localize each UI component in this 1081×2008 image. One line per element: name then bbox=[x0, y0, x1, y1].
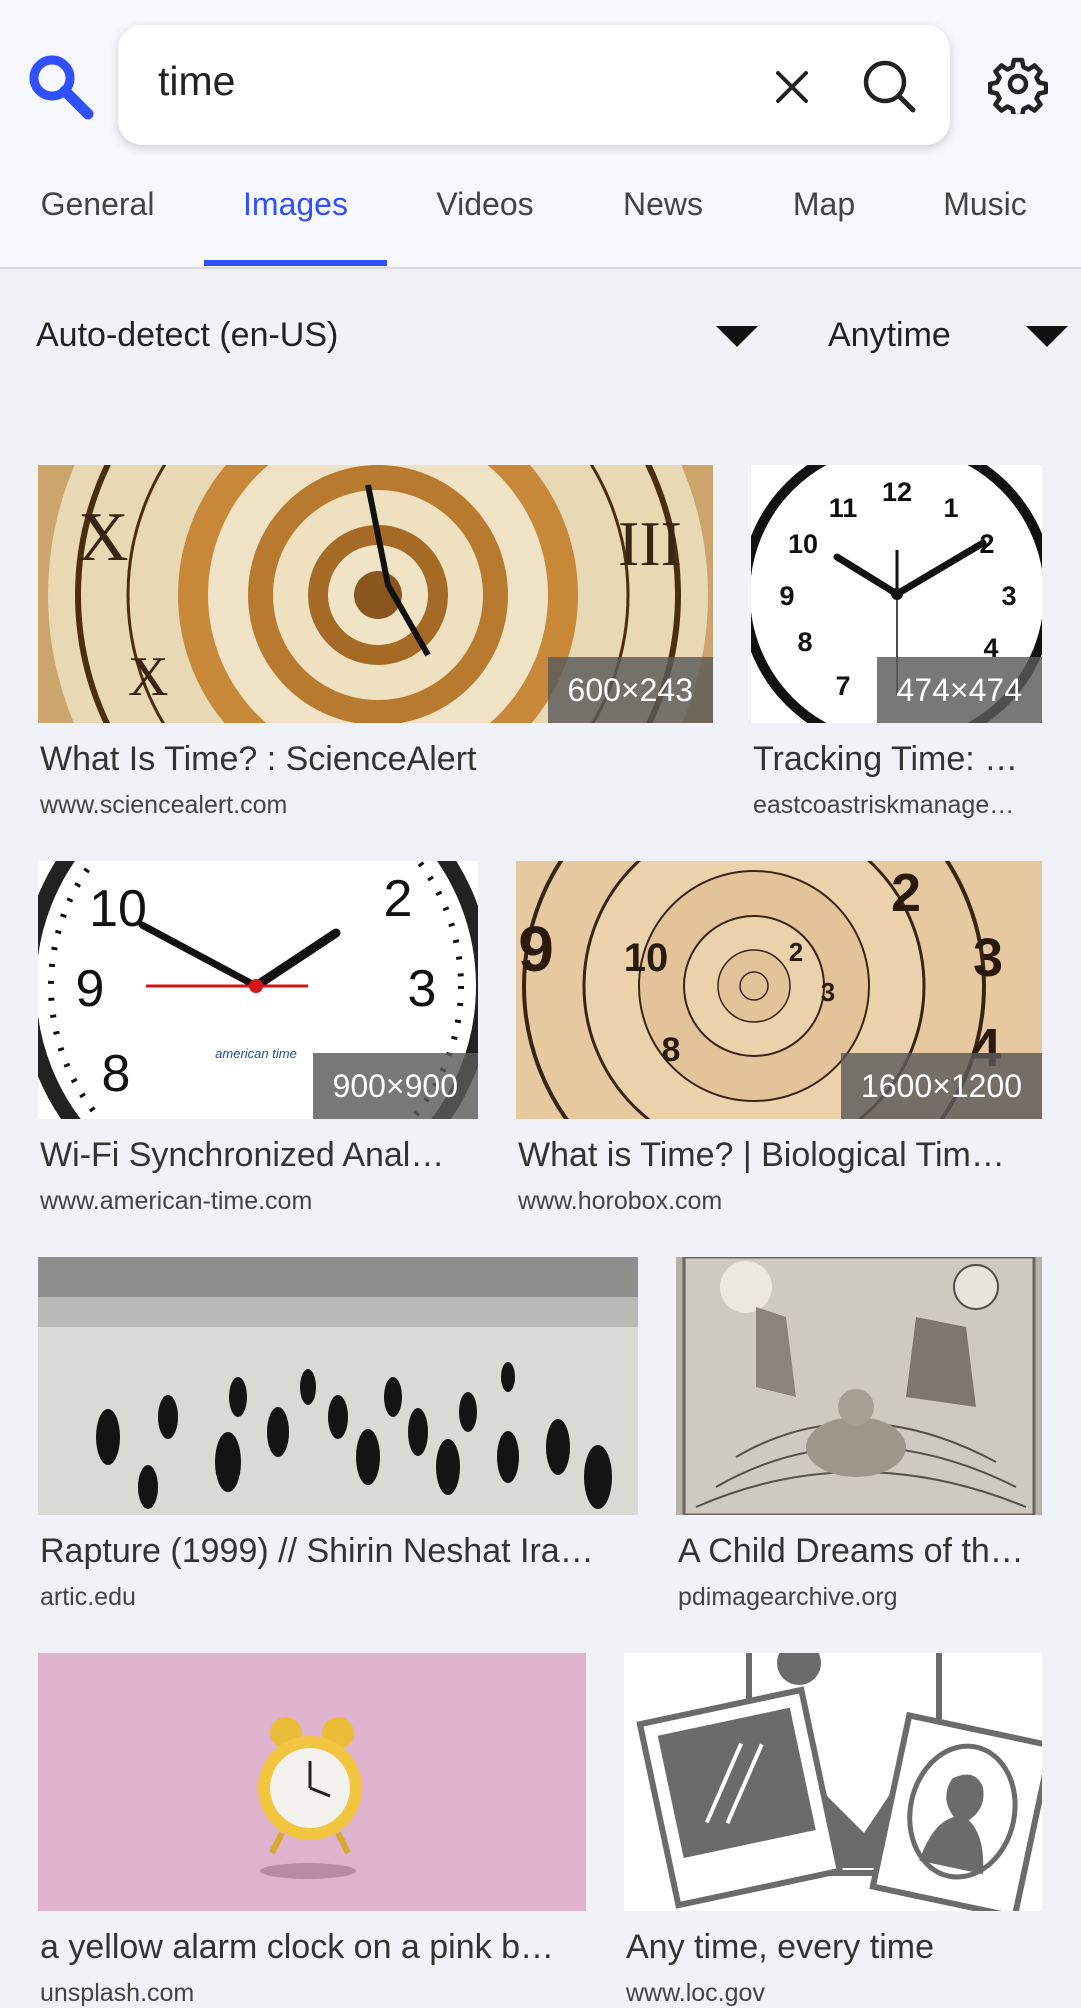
result-url: unsplash.com bbox=[40, 1979, 195, 2007]
language-select[interactable]: Auto-detect (en-US) bbox=[36, 300, 761, 370]
image-result[interactable]: Any time, every time www.loc.gov bbox=[624, 1653, 1044, 2007]
tab-general[interactable]: General bbox=[30, 160, 165, 267]
result-url: www.loc.gov bbox=[626, 1979, 765, 2007]
image-dimensions-badge: 900×900 bbox=[312, 1053, 478, 1119]
result-title[interactable]: Tracking Time: … bbox=[753, 740, 1044, 779]
header: time General Images Videos News Map Musi… bbox=[0, 0, 1081, 269]
result-thumbnail[interactable] bbox=[624, 1653, 1042, 1911]
category-tabs: General Images Videos News Map Music bbox=[0, 160, 1081, 267]
tab-videos[interactable]: Videos bbox=[425, 160, 545, 267]
svg-text:3: 3 bbox=[973, 928, 1003, 988]
clock-brand-text: american time bbox=[215, 1046, 297, 1061]
svg-text:12: 12 bbox=[882, 477, 912, 507]
svg-text:7: 7 bbox=[835, 671, 850, 701]
svg-text:2: 2 bbox=[891, 863, 921, 923]
result-title[interactable]: Any time, every time bbox=[626, 1928, 1044, 1967]
result-thumbnail[interactable]: 10 2 9 3 8 american time 900×900 bbox=[38, 861, 478, 1119]
svg-text:X: X bbox=[128, 646, 168, 708]
result-url: pdimagearchive.org bbox=[678, 1583, 898, 1611]
svg-text:10: 10 bbox=[89, 880, 147, 938]
result-thumbnail[interactable]: X III X 600×243 bbox=[38, 465, 713, 723]
search-icon[interactable] bbox=[860, 57, 918, 115]
search-box: time bbox=[118, 25, 950, 145]
time-range-select-label: Anytime bbox=[828, 316, 951, 354]
image-result[interactable]: a yellow alarm clock on a pink b… unspla… bbox=[38, 1653, 588, 2007]
result-url: www.american-time.com bbox=[40, 1187, 313, 1215]
result-url: eastcoastriskmanage… bbox=[753, 791, 1015, 819]
close-icon[interactable] bbox=[768, 63, 816, 111]
engraving-image bbox=[676, 1257, 1042, 1515]
svg-text:9: 9 bbox=[518, 913, 554, 985]
result-thumbnail[interactable] bbox=[676, 1257, 1042, 1515]
result-title[interactable]: a yellow alarm clock on a pink b… bbox=[40, 1928, 588, 1967]
image-result[interactable]: 10 2 9 3 8 american time 900×900 Wi-Fi S… bbox=[38, 861, 478, 1221]
beach-figures-photo bbox=[38, 1257, 638, 1515]
image-result[interactable]: 2 3 4 9 10 8 2 3 1600×1200 What is Time?… bbox=[516, 861, 1042, 1221]
result-url: www.horobox.com bbox=[518, 1187, 723, 1215]
svg-text:8: 8 bbox=[797, 627, 812, 657]
alarm-clock-photo bbox=[38, 1653, 586, 1911]
result-title[interactable]: What is Time? | Biological Tim… bbox=[518, 1136, 1044, 1175]
tab-news[interactable]: News bbox=[610, 160, 716, 267]
chevron-down-icon bbox=[716, 326, 758, 347]
image-placeholder-icon bbox=[624, 1653, 1042, 1911]
result-title[interactable]: Wi-Fi Synchronized Anal… bbox=[40, 1136, 480, 1175]
image-result[interactable]: Rapture (1999) // Shirin Neshat Ira… art… bbox=[38, 1257, 638, 1617]
svg-text:X: X bbox=[78, 499, 129, 576]
svg-text:10: 10 bbox=[624, 936, 669, 980]
time-range-select[interactable]: Anytime bbox=[828, 300, 1068, 370]
svg-text:11: 11 bbox=[829, 493, 858, 523]
svg-text:2: 2 bbox=[789, 937, 803, 967]
svg-text:3: 3 bbox=[821, 977, 835, 1007]
svg-text:3: 3 bbox=[408, 960, 437, 1018]
chevron-down-icon bbox=[1026, 326, 1068, 347]
active-tab-indicator bbox=[204, 260, 387, 266]
result-url: artic.edu bbox=[40, 1583, 136, 1611]
result-title[interactable]: What Is Time? : ScienceAlert bbox=[40, 740, 710, 779]
svg-text:8: 8 bbox=[102, 1045, 131, 1103]
svg-text:3: 3 bbox=[1001, 581, 1016, 611]
svg-text:10: 10 bbox=[788, 529, 818, 559]
result-thumbnail[interactable]: 12 1 2 3 4 8 9 10 11 7 474×474 bbox=[751, 465, 1042, 723]
svg-text:9: 9 bbox=[779, 581, 794, 611]
image-dimensions-badge: 600×243 bbox=[547, 657, 713, 723]
result-url: www.sciencealert.com bbox=[40, 791, 288, 819]
tab-music[interactable]: Music bbox=[930, 160, 1040, 267]
result-title[interactable]: Rapture (1999) // Shirin Neshat Ira… bbox=[40, 1532, 640, 1571]
svg-text:III: III bbox=[618, 508, 682, 579]
image-dimensions-badge: 474×474 bbox=[876, 657, 1042, 723]
magnifier-logo-icon[interactable] bbox=[26, 52, 94, 120]
result-thumbnail[interactable] bbox=[38, 1653, 586, 1911]
search-input[interactable]: time bbox=[158, 25, 235, 145]
language-select-label: Auto-detect (en-US) bbox=[36, 316, 339, 354]
result-title[interactable]: A Child Dreams of th… bbox=[678, 1532, 1044, 1571]
image-result[interactable]: 12 1 2 3 4 8 9 10 11 7 474×474 Tracking … bbox=[751, 465, 1042, 825]
tab-map[interactable]: Map bbox=[780, 160, 868, 267]
result-thumbnail[interactable] bbox=[38, 1257, 638, 1515]
tab-images[interactable]: Images bbox=[204, 160, 387, 267]
svg-text:2: 2 bbox=[384, 870, 413, 928]
svg-text:1: 1 bbox=[943, 493, 958, 523]
image-result[interactable]: X III X 600×243 What Is Time? : ScienceA… bbox=[38, 465, 713, 825]
svg-text:9: 9 bbox=[76, 960, 105, 1018]
result-thumbnail[interactable]: 2 3 4 9 10 8 2 3 1600×1200 bbox=[516, 861, 1042, 1119]
svg-text:8: 8 bbox=[662, 1031, 681, 1069]
image-dimensions-badge: 1600×1200 bbox=[840, 1053, 1042, 1119]
image-result[interactable]: A Child Dreams of th… pdimagearchive.org bbox=[676, 1257, 1042, 1617]
gear-icon[interactable] bbox=[988, 54, 1048, 114]
